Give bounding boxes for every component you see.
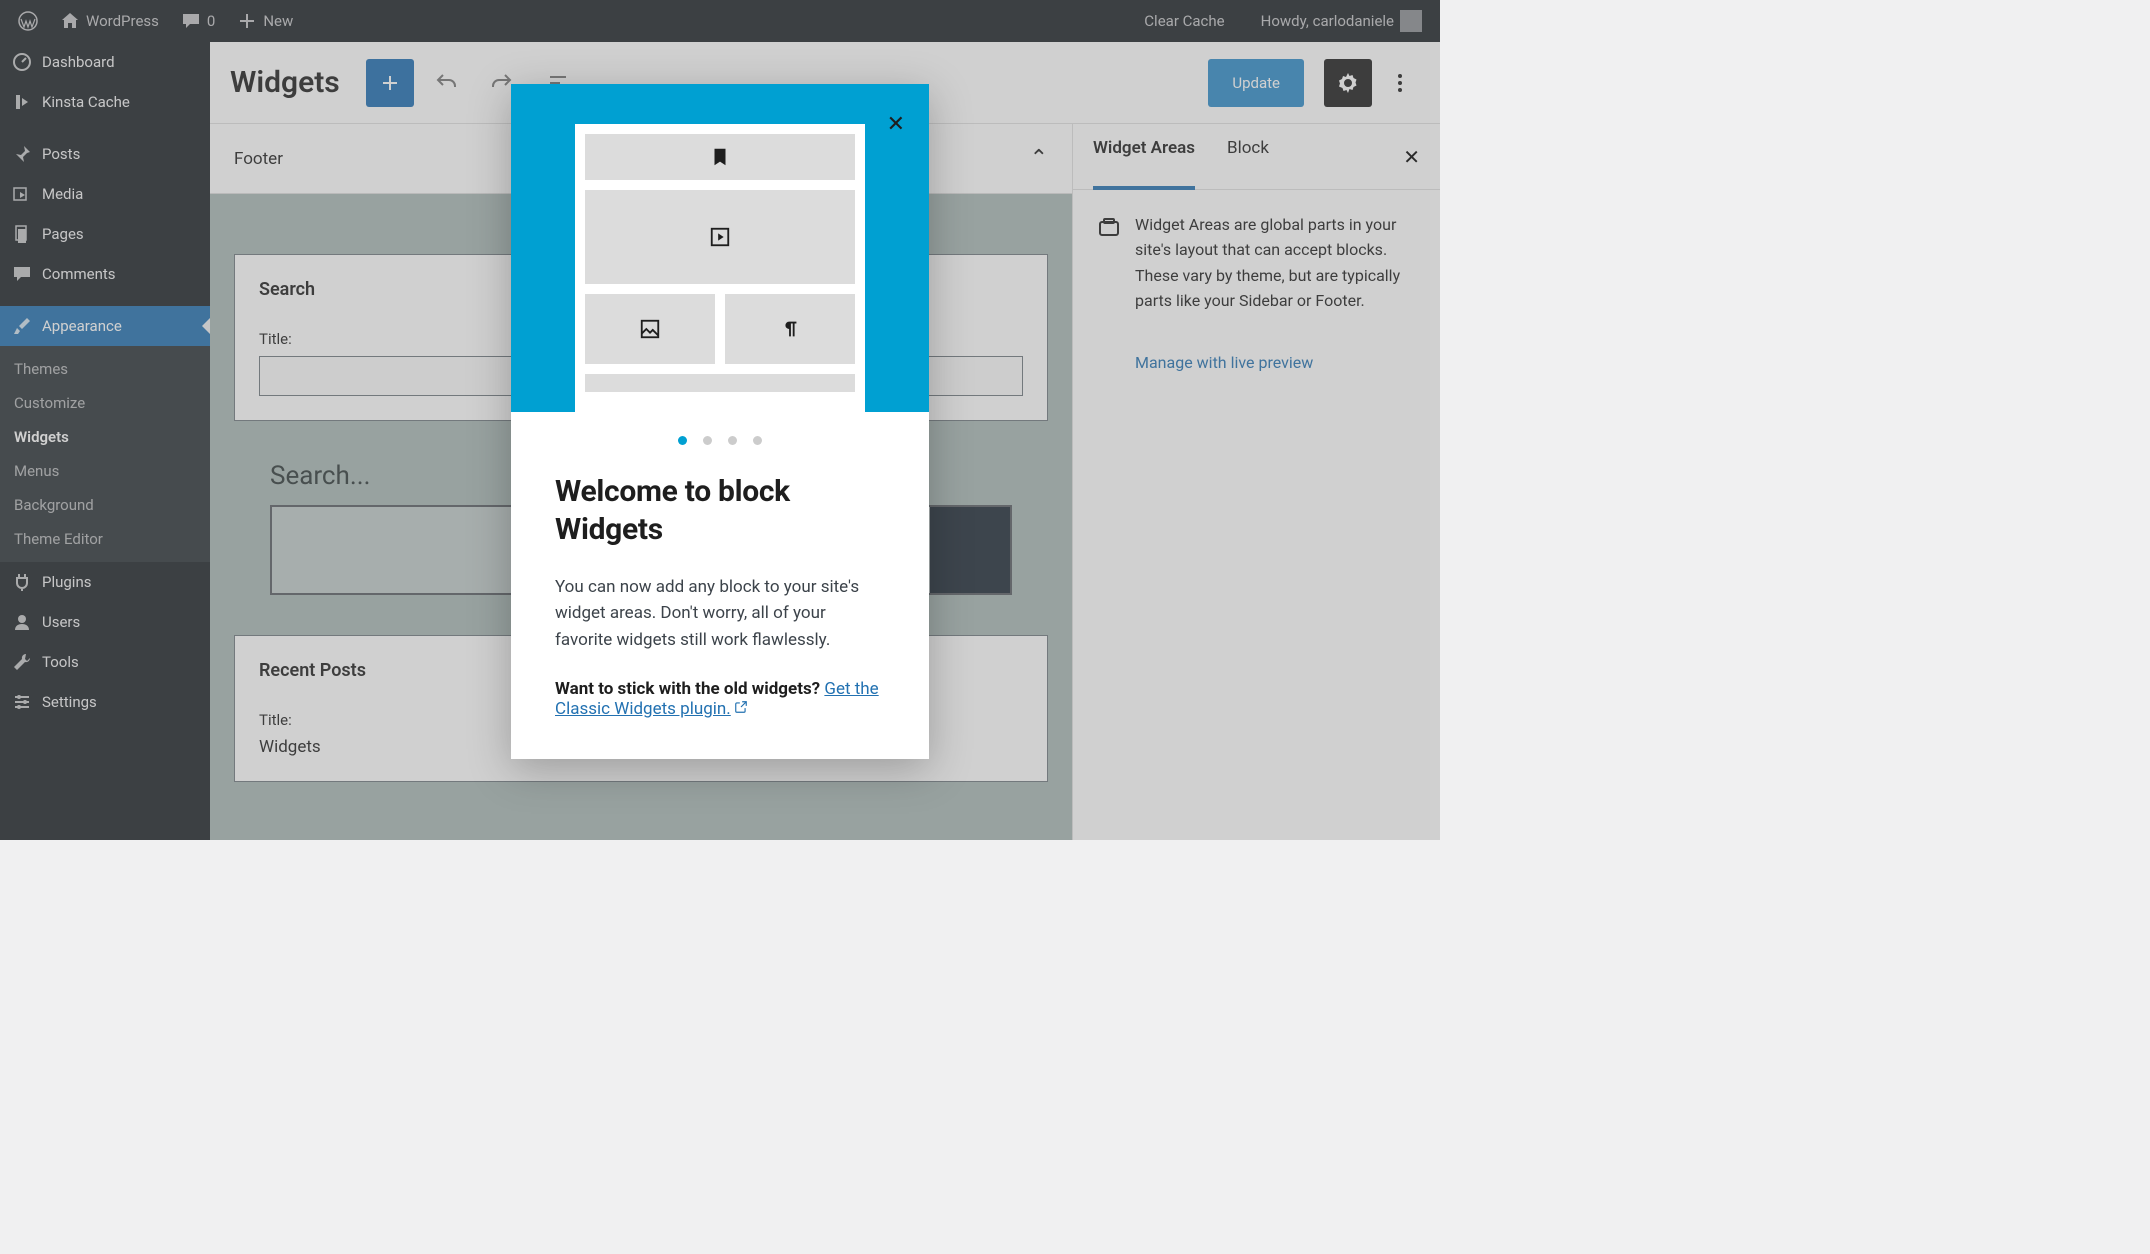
hero-illustration [575,124,865,412]
dot-4[interactable] [753,436,762,445]
modal-body-text: You can now add any block to your site's… [555,574,885,653]
welcome-modal: ✕ Welcome to block Widgets You can now a… [511,84,929,759]
play-icon [709,226,731,248]
dot-3[interactable] [728,436,737,445]
pagination-dots[interactable] [555,436,885,445]
dot-2[interactable] [703,436,712,445]
stick-prefix: Want to stick with the old widgets? [555,679,824,699]
modal-hero: ✕ [511,84,929,412]
close-modal-button[interactable]: ✕ [887,112,905,137]
paragraph-icon [779,318,801,340]
dot-1[interactable] [678,436,687,445]
modal-footer-text: Want to stick with the old widgets? Get … [555,679,885,719]
modal-heading: Welcome to block Widgets [555,473,885,548]
image-icon [639,318,661,340]
bookmark-icon [709,146,731,168]
external-link-icon [734,700,748,714]
